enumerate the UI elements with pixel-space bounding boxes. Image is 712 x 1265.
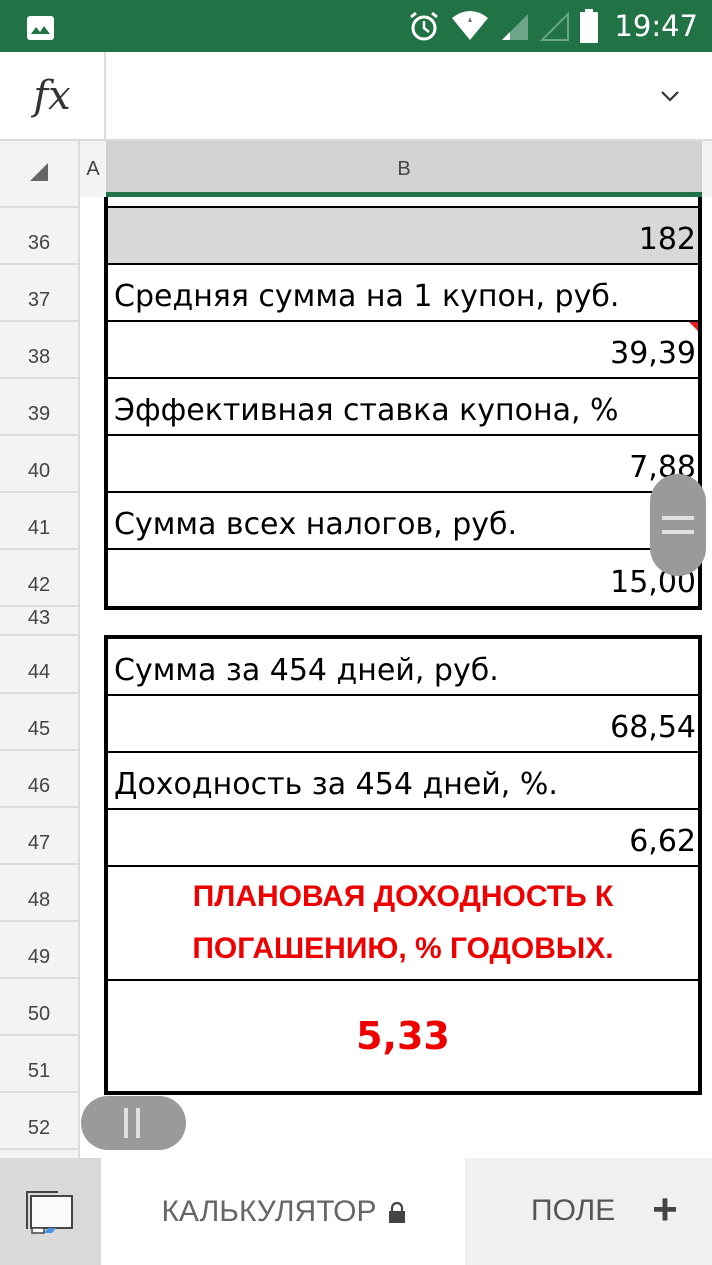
cell-b38-value: 39,39	[610, 336, 696, 371]
wifi-icon	[452, 11, 489, 40]
cell-b41[interactable]: Сумма всех налогов, руб.	[108, 493, 698, 550]
column-header-a[interactable]: A	[80, 141, 106, 197]
row-header[interactable]: 36	[0, 208, 78, 265]
cell-b40[interactable]: 7,88	[108, 436, 698, 493]
row-header[interactable]: 38	[0, 322, 78, 379]
sheets-icon	[26, 1191, 73, 1234]
formula-input[interactable]	[106, 52, 712, 139]
row-header[interactable]	[0, 197, 78, 208]
status-bar: 19:47	[0, 0, 712, 52]
cell-b42[interactable]: 15,00	[108, 550, 698, 606]
cell-b35[interactable]	[108, 197, 698, 208]
column-header-bar: A B	[0, 141, 712, 197]
cell-b48-yield-heading[interactable]: ПЛАНОВАЯ ДОХОДНОСТЬ К ПОГАШЕНИЮ, % ГОДОВ…	[108, 867, 698, 981]
row-header[interactable]: 45	[0, 694, 78, 751]
row-header[interactable]: 41	[0, 493, 78, 550]
battery-icon	[580, 9, 599, 43]
sheet-tab-label: ПОЛЕ	[531, 1194, 616, 1227]
sheet-list-button[interactable]	[0, 1158, 101, 1265]
sheet-tab-next[interactable]: ПОЛЕ +	[465, 1158, 712, 1265]
cell-b37[interactable]: Средняя сумма на 1 купон, руб.	[108, 265, 698, 322]
row-header[interactable]: 42	[0, 550, 78, 607]
row-header[interactable]: 52	[0, 1093, 78, 1150]
fx-button[interactable]: fx	[0, 52, 106, 139]
row-header[interactable]: 37	[0, 265, 78, 322]
chevron-down-icon[interactable]	[660, 86, 680, 106]
summary-box-2: Сумма за 454 дней, руб. 68,54 Доходность…	[104, 635, 702, 1095]
gallery-icon	[27, 16, 54, 40]
cell-b46[interactable]: Доходность за 454 дней, %.	[108, 753, 698, 810]
row-header[interactable]: 47	[0, 808, 78, 865]
add-sheet-button[interactable]: +	[645, 1188, 685, 1232]
row-header[interactable]: 51	[0, 1036, 78, 1093]
cell-b47[interactable]: 6,62	[108, 810, 698, 867]
grip-line	[662, 530, 694, 534]
lock-icon	[388, 1201, 405, 1223]
row-header[interactable]: 44	[0, 636, 78, 694]
sheet-tab-bar: КАЛЬКУЛЯТОР ПОЛЕ +	[0, 1158, 712, 1265]
comment-indicator-icon	[689, 322, 698, 331]
vertical-scroll-handle[interactable]	[650, 474, 706, 576]
select-all-corner[interactable]	[0, 141, 80, 197]
sheet-tab-label: КАЛЬКУЛЯТОР	[161, 1194, 377, 1228]
row-header[interactable]: 46	[0, 751, 78, 808]
cell-b50-yield-value[interactable]: 5,33	[108, 981, 698, 1091]
signal-empty-icon	[540, 11, 570, 41]
row-header[interactable]: 49	[0, 922, 78, 979]
signal-icon	[502, 14, 529, 40]
sheet-tab-calculator[interactable]: КАЛЬКУЛЯТОР	[101, 1158, 465, 1265]
row-headers: 36 37 38 39 40 41 42 43 44 45 46 47 48 4…	[0, 197, 80, 1158]
grip-line	[124, 1108, 128, 1138]
summary-box-1: 182 Средняя сумма на 1 купон, руб. 39,39…	[104, 197, 702, 610]
cell-b38[interactable]: 39,39	[108, 322, 698, 379]
clock: 19:47	[614, 9, 698, 43]
horizontal-scroll-handle[interactable]	[81, 1096, 186, 1150]
grip-line	[136, 1108, 140, 1138]
cell-b44[interactable]: Сумма за 454 дней, руб.	[108, 639, 698, 696]
row-header[interactable]: 48	[0, 865, 78, 922]
cell-b45[interactable]: 68,54	[108, 696, 698, 753]
column-header-b[interactable]: B	[106, 141, 702, 197]
sheet-grid[interactable]: 182 Средняя сумма на 1 купон, руб. 39,39…	[80, 197, 712, 1158]
row-header[interactable]: 39	[0, 379, 78, 436]
row-header[interactable]: 43	[0, 607, 78, 636]
cell-b36[interactable]: 182	[108, 208, 698, 265]
alarm-icon	[410, 11, 439, 41]
cell-b39[interactable]: Эффективная ставка купона, %	[108, 379, 698, 436]
select-all-icon	[30, 163, 48, 181]
row-header[interactable]: 40	[0, 436, 78, 493]
formula-bar: fx	[0, 52, 712, 141]
row-header[interactable]: 50	[0, 979, 78, 1036]
grip-line	[662, 516, 694, 520]
